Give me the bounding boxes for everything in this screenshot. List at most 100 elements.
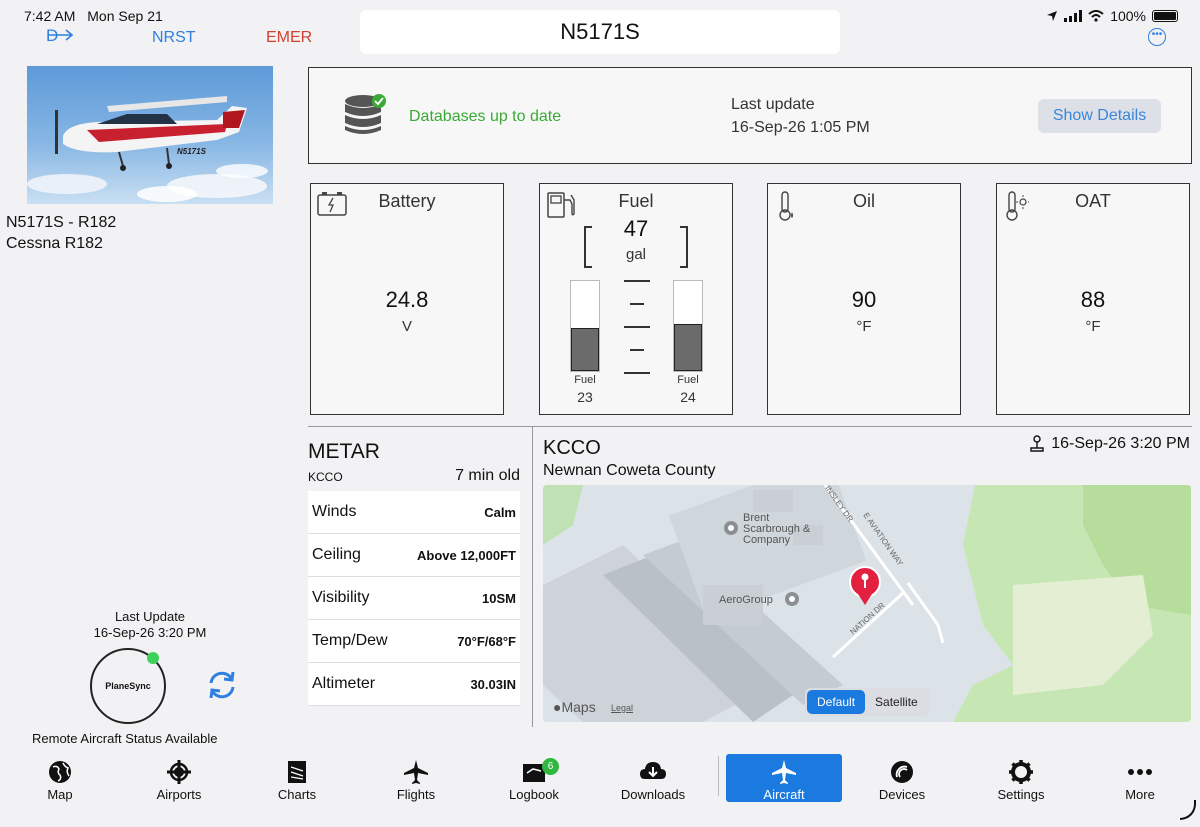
airport-icon <box>121 759 237 785</box>
database-last-update-value: 16-Sep-26 1:05 PM <box>731 119 870 136</box>
section-divider <box>308 426 1192 427</box>
tab-label: Downloads <box>620 787 686 802</box>
refresh-icon[interactable] <box>204 667 240 708</box>
panel-divider <box>532 427 533 727</box>
tab-label: Aircraft <box>763 787 805 802</box>
fuel-gauge[interactable]: Fuel 47 gal Fuel 23 Fuel 24 <box>539 183 733 415</box>
metar-row-winds: Winds Calm <box>308 491 520 534</box>
oat-gauge[interactable]: OAT 88 °F <box>996 183 1190 415</box>
tab-label: Airports <box>156 787 202 802</box>
tab-charts[interactable]: Charts <box>239 754 355 802</box>
metar-table[interactable]: Winds Calm Ceiling Above 12,000FT Visibi… <box>308 491 520 706</box>
emer-button[interactable]: EMER <box>266 29 312 47</box>
database-banner: Databases up to date Last update 16-Sep-… <box>308 67 1192 164</box>
tab-more[interactable]: More <box>1082 754 1198 802</box>
aircraft-photo-registration: N5171S <box>177 147 207 156</box>
fuel-scale-tick <box>624 372 650 374</box>
map-station-id: KCCO <box>543 437 601 459</box>
apple-maps-logo: ●Maps <box>553 699 596 715</box>
map-mode-satellite[interactable]: Satellite <box>865 690 928 714</box>
map-mode-selector[interactable]: Default Satellite <box>805 688 930 716</box>
tab-label: Settings <box>997 787 1045 802</box>
status-time: 7:42 AM <box>24 8 76 24</box>
metar-row-visibility: Visibility 10SM <box>308 577 520 620</box>
metar-label: Temp/Dew <box>312 632 388 649</box>
fuel-scale-tick <box>624 280 650 282</box>
tail-number-selector[interactable]: N5171S <box>360 10 840 54</box>
logbook-badge: 6 <box>542 758 559 775</box>
tab-airports[interactable]: Airports <box>121 754 237 802</box>
fuel-tank-right <box>673 280 703 372</box>
fuel-right-label: Fuel <box>677 374 699 386</box>
screen-corner-indicator <box>1180 800 1196 820</box>
tab-map[interactable]: Map <box>2 754 118 802</box>
battery-icon <box>1152 10 1178 22</box>
map-poi-brent-line3: Company <box>743 534 791 546</box>
airport-map[interactable]: Brent Scarbrough & Company AeroGroup INS… <box>543 485 1191 722</box>
metar-station: KCCO <box>308 470 343 484</box>
tab-aircraft[interactable]: Aircraft <box>726 754 842 802</box>
metar-title: METAR <box>308 440 380 463</box>
map-time-value: 16-Sep-26 3:20 PM <box>1051 435 1190 452</box>
fuel-bracket-right <box>680 226 688 268</box>
map-timestamp: 16-Sep-26 3:20 PM <box>1029 435 1190 453</box>
legal-link[interactable]: Legal <box>611 703 633 713</box>
nrst-button[interactable]: NRST <box>152 29 196 47</box>
map-poi-aerogroup: AeroGroup <box>719 594 773 606</box>
direct-to-icon[interactable]: D <box>46 26 76 50</box>
fuel-bracket-left <box>584 226 592 268</box>
tab-settings[interactable]: Settings <box>963 754 1079 802</box>
sync-update-label: Last Update <box>114 609 186 624</box>
tab-logbook[interactable]: 6 Logbook <box>476 754 592 802</box>
globe-icon <box>2 759 118 785</box>
fuel-right-value: 24 <box>680 389 696 405</box>
devices-icon <box>844 759 960 785</box>
oat-title: OAT <box>1075 191 1111 211</box>
fuel-scale-tick <box>624 326 650 328</box>
metar-label: Altimeter <box>312 675 376 692</box>
fuel-level-left <box>571 327 599 371</box>
fuel-left-value: 23 <box>577 389 593 405</box>
battery-gauge[interactable]: Battery 24.8 V <box>310 183 504 415</box>
show-details-button[interactable]: Show Details <box>1038 99 1161 133</box>
oat-unit: °F <box>1085 318 1101 335</box>
database-status: Databases up to date <box>409 108 562 125</box>
tab-label: Flights <box>396 787 436 802</box>
metar-row-temp-dew: Temp/Dew 70°F/68°F <box>308 620 520 663</box>
gear-icon <box>963 759 1079 785</box>
oil-title: Oil <box>853 191 875 211</box>
status-right: 100% <box>1046 8 1178 24</box>
sync-last-update: Last Update 16-Sep-26 3:20 PM <box>60 609 240 641</box>
metar-value: 10SM <box>482 591 516 606</box>
joystick-icon <box>1030 435 1044 452</box>
database-icon <box>343 92 389 143</box>
tab-downloads[interactable]: Downloads <box>595 754 711 802</box>
fuel-title: Fuel <box>618 191 654 211</box>
metar-label: Winds <box>312 503 357 520</box>
tab-label: Devices <box>878 787 926 802</box>
map-mode-default[interactable]: Default <box>807 690 866 714</box>
tab-label: Logbook <box>509 787 559 802</box>
tab-bar: Map Airports Charts Flights 6 Logbook Do… <box>0 752 1200 812</box>
metar-row-altimeter: Altimeter 30.03IN <box>308 663 520 706</box>
tab-separator <box>718 756 719 796</box>
tab-label: Charts <box>277 787 317 802</box>
metar-row-ceiling: Ceiling Above 12,000FT <box>308 534 520 577</box>
wifi-icon <box>1088 10 1104 22</box>
battery-percent: 100% <box>1110 8 1146 24</box>
logbook-icon <box>476 759 592 785</box>
fuel-tank-left <box>570 280 600 372</box>
metar-label: Ceiling <box>312 546 361 563</box>
status-date: Mon Sep 21 <box>87 8 163 24</box>
metar-age: 7 min old <box>455 467 520 484</box>
fuel-left-label: Fuel <box>574 374 596 386</box>
tab-devices[interactable]: Devices <box>844 754 960 802</box>
fuel-level-right <box>674 324 702 371</box>
fuel-unit: gal <box>625 246 647 263</box>
oil-gauge[interactable]: Oil 90 °F <box>767 183 961 415</box>
metar-value: Calm <box>484 505 516 520</box>
aircraft-icon <box>726 759 842 785</box>
tab-flights[interactable]: Flights <box>358 754 474 802</box>
ellipsis-circle-icon[interactable]: ••• <box>1148 28 1166 46</box>
online-indicator <box>147 652 159 664</box>
